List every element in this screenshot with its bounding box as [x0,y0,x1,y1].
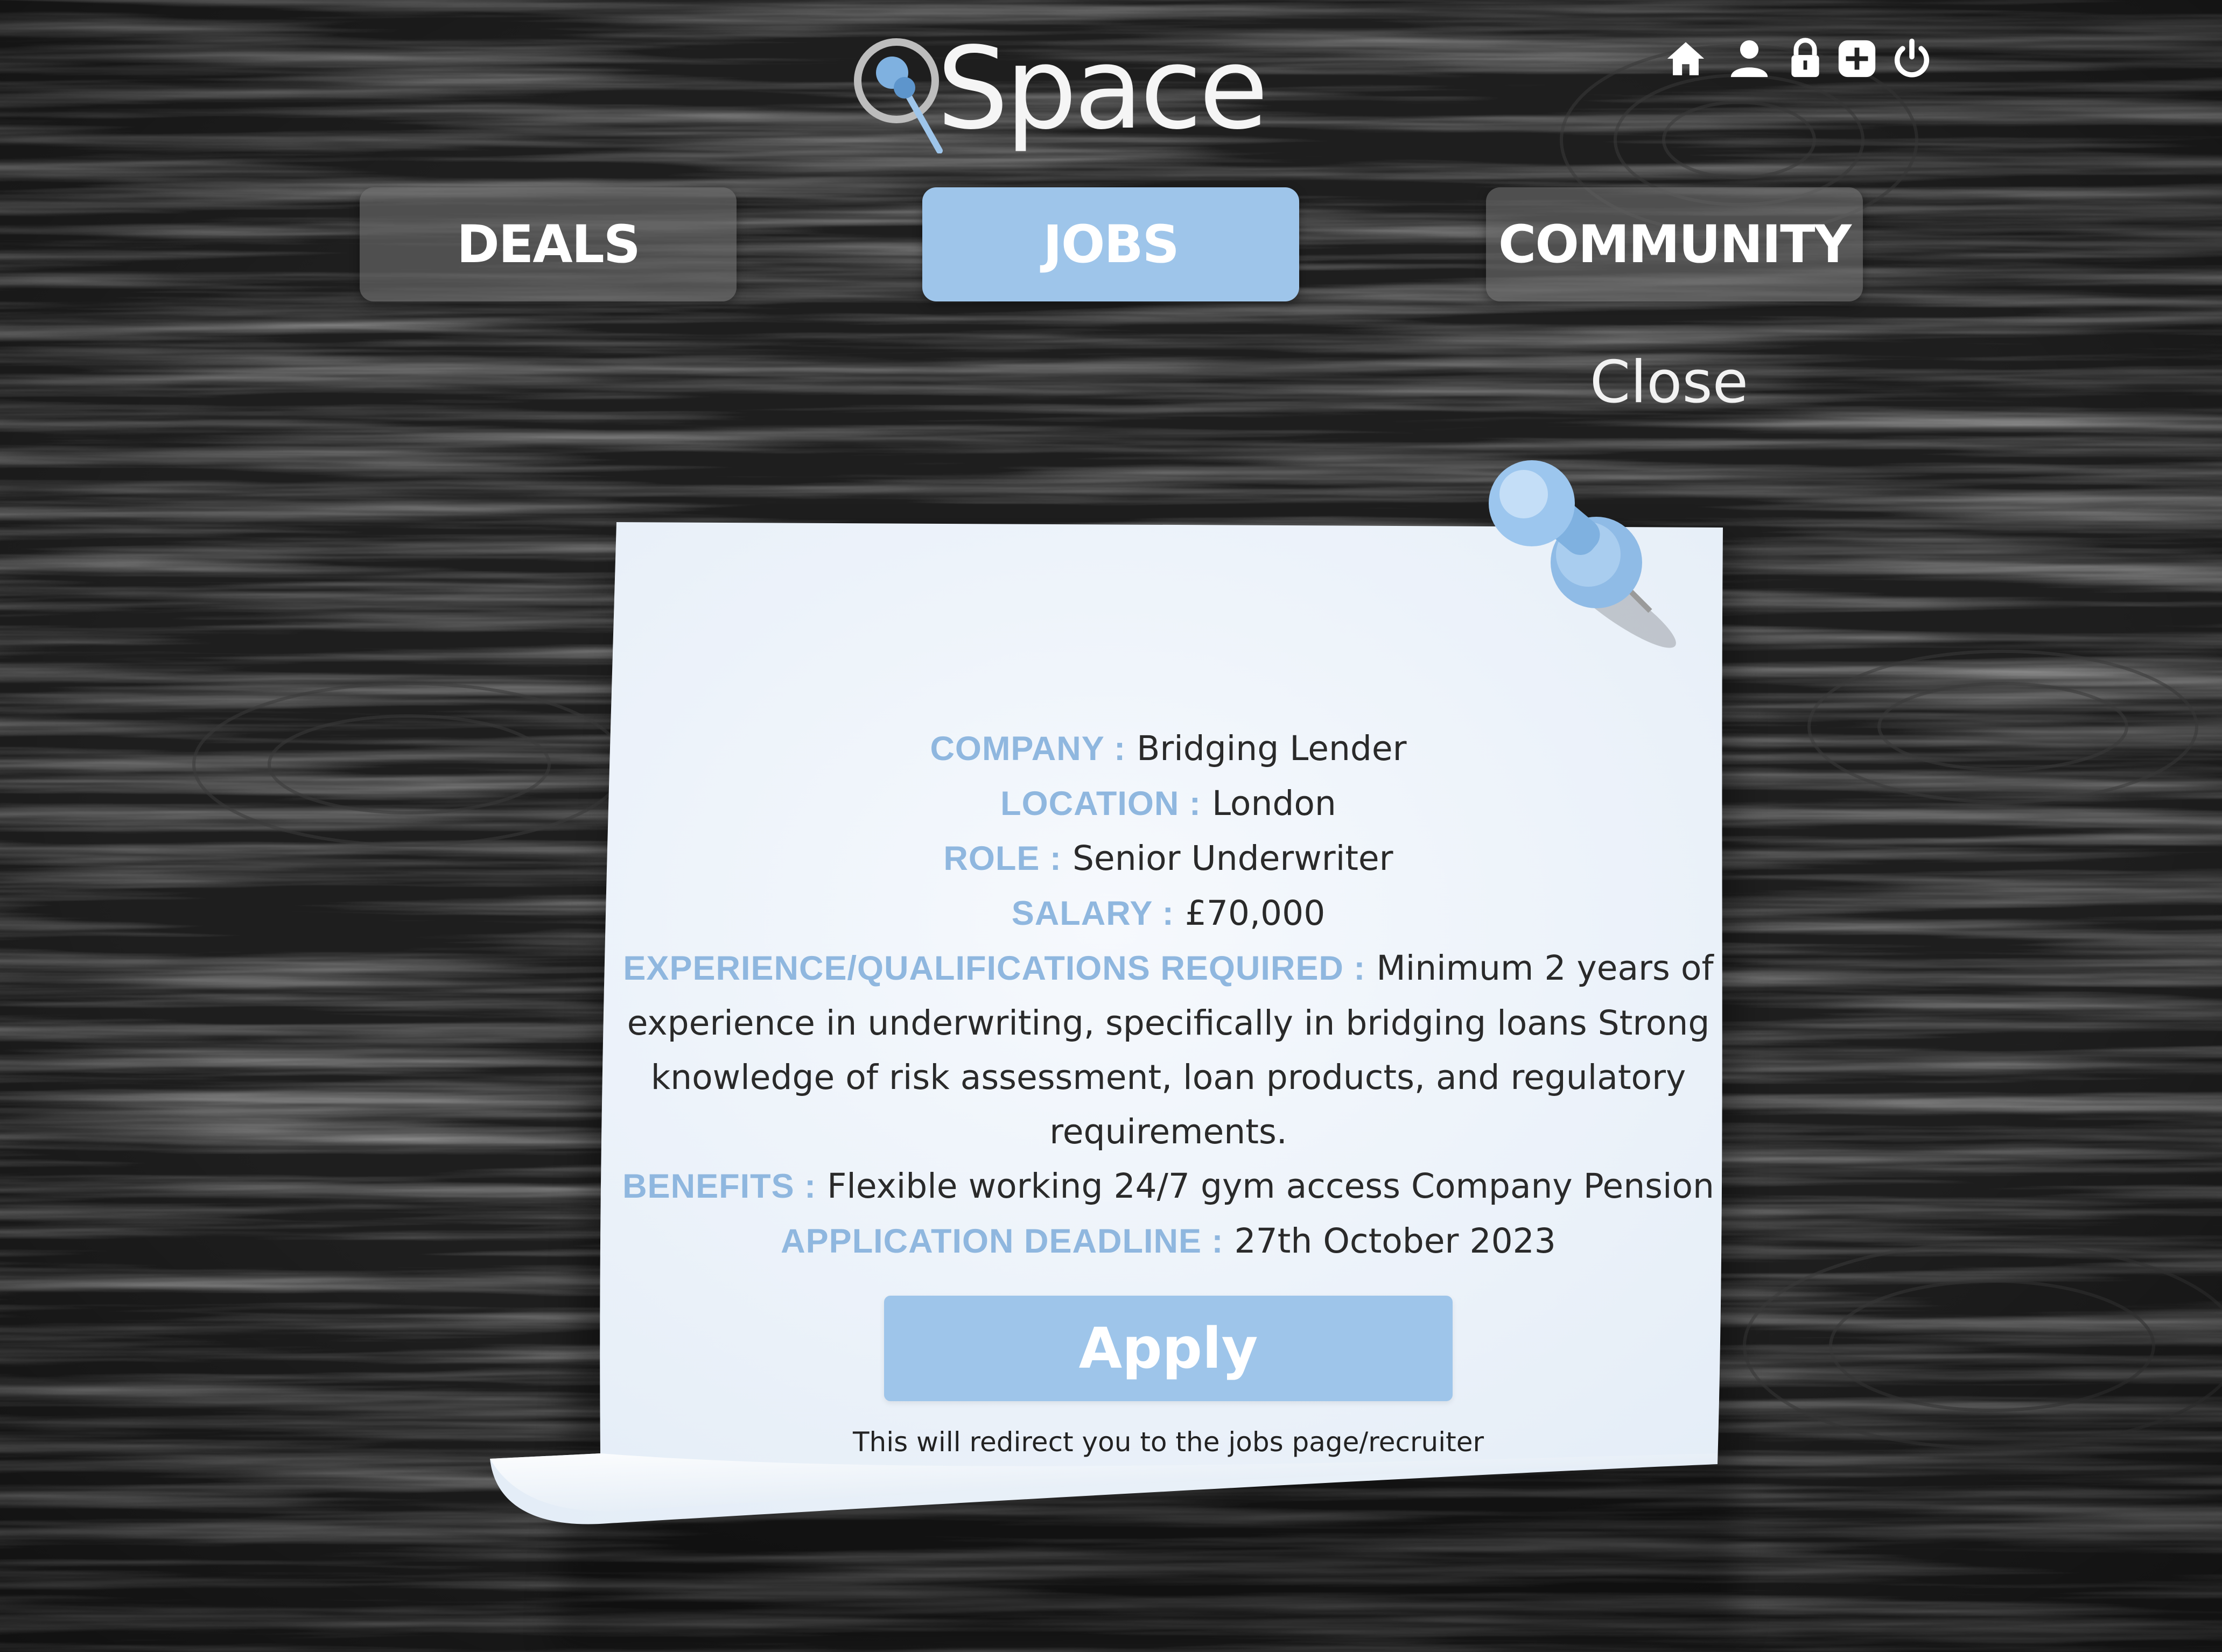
experience-label: EXPERIENCE/QUALIFICATIONS REQUIRED : [623,950,1366,987]
lock-icon[interactable] [1783,37,1827,81]
user-icon[interactable] [1727,37,1771,81]
location-row: LOCATION : London [619,776,1718,831]
home-icon[interactable] [1664,37,1708,81]
top-toolbar [1664,37,1933,85]
redirect-note: This will redirect you to the jobs page/… [852,1426,1484,1458]
benefits-value: Flexible working 24/7 gym access Company… [827,1166,1714,1206]
tab-deals[interactable]: DEALS [360,187,737,301]
location-value: London [1211,784,1336,823]
location-label: LOCATION : [1000,785,1201,823]
salary-label: SALARY : [1011,895,1174,932]
role-value: Senior Underwriter [1072,839,1393,878]
tab-jobs[interactable]: JOBS [922,187,1299,301]
logo-text: Space [937,23,1268,154]
job-details: COMPANY : Bridging Lender LOCATION : Lon… [619,721,1718,1269]
salary-row: SALARY : £70,000 [619,886,1718,941]
role-row: ROLE : Senior Underwriter [619,831,1718,886]
deadline-value: 27th October 2023 [1234,1221,1556,1261]
company-value: Bridging Lender [1137,729,1407,768]
benefits-row: BENEFITS : Flexible working 24/7 gym acc… [619,1159,1718,1214]
benefits-label: BENEFITS : [622,1168,817,1205]
role-label: ROLE : [943,840,1062,877]
experience-row: EXPERIENCE/QUALIFICATIONS REQUIRED : Min… [619,941,1718,1159]
company-row: COMPANY : Bridging Lender [619,721,1718,776]
app-logo[interactable]: Space [853,22,1268,154]
company-label: COMPANY : [930,730,1126,768]
deadline-label: APPLICATION DEADLINE : [781,1222,1224,1260]
close-link[interactable]: Close [1578,345,1761,420]
deadline-row: APPLICATION DEADLINE : 27th October 2023 [619,1214,1718,1269]
tab-community[interactable]: COMMUNITY [1486,187,1863,301]
power-icon[interactable] [1890,37,1934,81]
salary-value: £70,000 [1184,894,1326,933]
apply-button[interactable]: Apply [884,1296,1453,1401]
add-icon[interactable] [1835,37,1879,81]
